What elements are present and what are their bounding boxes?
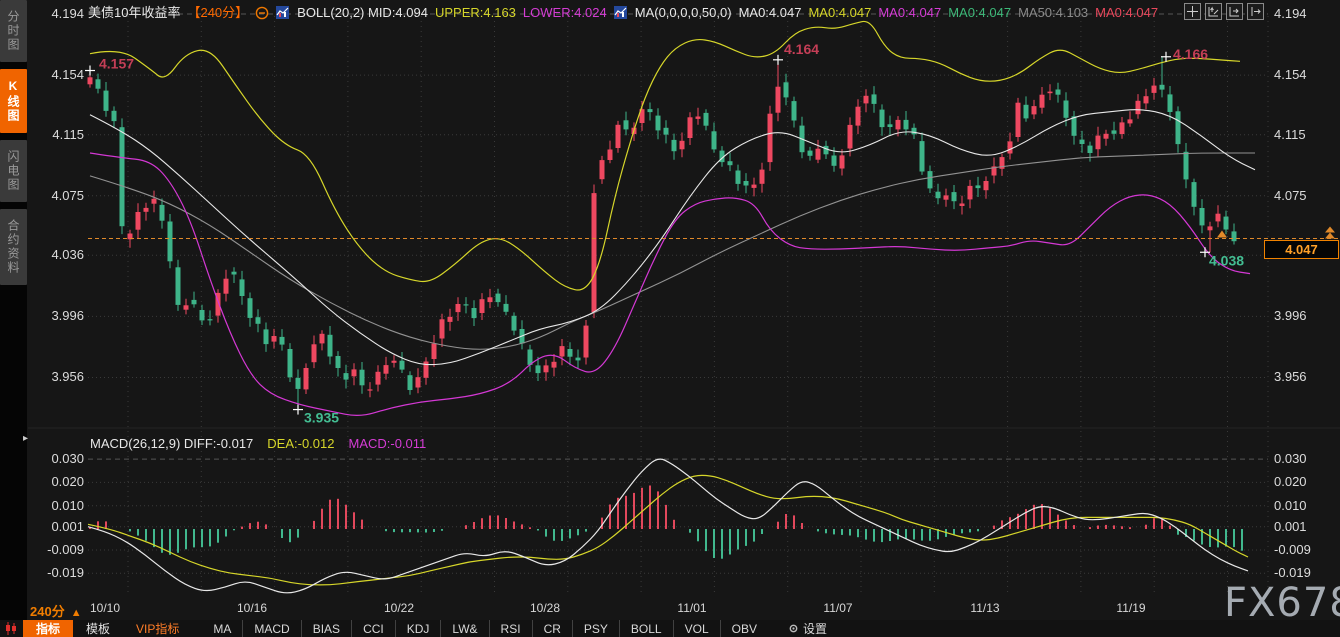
panel-expand-icon[interactable]: ▸ bbox=[23, 433, 28, 444]
left-axis-tick: -0.009 bbox=[32, 542, 84, 557]
instrument-header: 美债10年收益率【240分】 BOLL(20,2) MID:4.094 UPPER:… bbox=[88, 5, 1158, 21]
right-axis-tick: 4.194 bbox=[1274, 6, 1307, 21]
gear-icon bbox=[788, 623, 799, 634]
left-axis-tick: 4.115 bbox=[32, 127, 84, 142]
macd-header: MACD(26,12,9) DIFF:-0.017 DEA:-0.012 MACD:… bbox=[90, 436, 426, 452]
indicator-tab-BIAS[interactable]: BIAS bbox=[301, 620, 351, 637]
right-axis-tick: 0.020 bbox=[1274, 474, 1307, 489]
header-item: MA0:4.047 bbox=[1095, 5, 1158, 21]
crosshair-icon[interactable] bbox=[1184, 3, 1201, 20]
left-axis-tick: 0.010 bbox=[32, 498, 84, 513]
header-item: MA0:4.047 bbox=[878, 5, 941, 21]
interval-up-icon: ▲ bbox=[71, 607, 82, 619]
left-axis-tick: 4.075 bbox=[32, 188, 84, 203]
chart-window-controls bbox=[1184, 3, 1264, 20]
sidebar-tab-闪电图[interactable]: 闪电图 bbox=[0, 140, 27, 202]
header-item: MA50:4.103 bbox=[1018, 5, 1088, 21]
right-axis-tick: -0.019 bbox=[1274, 565, 1311, 580]
indicator-tab-KDJ[interactable]: KDJ bbox=[395, 620, 441, 637]
header-item: 【240分】 bbox=[187, 5, 248, 21]
indicator-tab-CCI[interactable]: CCI bbox=[351, 620, 395, 637]
sidebar-tab-分时图[interactable]: 分时图 bbox=[0, 0, 27, 62]
left-axis-tick: 0.030 bbox=[32, 451, 84, 466]
indicator-tab-LW&[interactable]: LW& bbox=[440, 620, 488, 637]
x-axis-date: 10/28 bbox=[530, 601, 560, 615]
header-item: MACD:-0.011 bbox=[348, 436, 426, 452]
extreme-price-label: 4.164 bbox=[784, 41, 819, 57]
x-axis-date: 10/10 bbox=[90, 601, 120, 615]
header-item: LOWER:4.024 bbox=[523, 5, 607, 21]
right-axis-tick: 0.001 bbox=[1274, 519, 1307, 534]
header-item: MA0:4.047 bbox=[948, 5, 1011, 21]
x-axis-date: 11/13 bbox=[970, 601, 999, 615]
left-axis-tick: 0.020 bbox=[32, 474, 84, 489]
trading-app-window: 4.1574.1644.1663.9354.038 分时图K线图闪电图合约资料 … bbox=[0, 0, 1340, 637]
settings-button[interactable]: 设置 bbox=[776, 620, 839, 637]
right-axis-tick: 4.154 bbox=[1274, 67, 1307, 82]
left-axis-tick: -0.019 bbox=[32, 565, 84, 580]
pan-right-icon[interactable] bbox=[1247, 3, 1264, 20]
right-axis-tick: 3.996 bbox=[1274, 308, 1307, 323]
header-item: MA0:4.047 bbox=[808, 5, 871, 21]
left-axis-tick: 4.036 bbox=[32, 247, 84, 262]
interval-label: 240分 bbox=[30, 604, 65, 619]
sidebar-tab-合约资料[interactable]: 合约资料 bbox=[0, 209, 27, 285]
right-axis-tick: 0.030 bbox=[1274, 451, 1307, 466]
indicator-tab-PSY[interactable]: PSY bbox=[572, 620, 619, 637]
x-axis-date: 11/07 bbox=[823, 601, 852, 615]
right-axis-tick: 3.956 bbox=[1274, 369, 1307, 384]
right-axis-tick: -0.009 bbox=[1274, 542, 1311, 557]
left-axis-tick: 0.001 bbox=[32, 519, 84, 534]
right-axis-tick: 0.010 bbox=[1274, 498, 1307, 513]
header-item: 美债10年收益率 bbox=[88, 5, 180, 21]
left-axis-tick: 3.956 bbox=[32, 369, 84, 384]
candle-chart-icon[interactable] bbox=[614, 6, 628, 20]
indicator-tab-OBV[interactable]: OBV bbox=[720, 620, 768, 637]
indicator-tab-BOLL[interactable]: BOLL bbox=[619, 620, 673, 637]
chart-type-sidebar: 分时图 K线图闪电图合约资料 bbox=[0, 0, 27, 620]
x-axis-date: 11/01 bbox=[677, 601, 706, 615]
indicator-tab-MACD[interactable]: MACD bbox=[242, 620, 300, 637]
minus-circle-icon[interactable] bbox=[255, 6, 269, 20]
indicator-tab-RSI[interactable]: RSI bbox=[489, 620, 532, 637]
left-axis-tick: 4.194 bbox=[32, 6, 84, 21]
header-item: DEA:-0.012 bbox=[267, 436, 334, 452]
indicator-tab-VOL[interactable]: VOL bbox=[673, 620, 720, 637]
last-price-tag: 4.047 bbox=[1264, 240, 1339, 259]
toolbar-button-VIP指标[interactable]: VIP指标 bbox=[123, 620, 192, 637]
toolbar-button-模板[interactable]: 模板 bbox=[73, 620, 123, 637]
right-axis-tick: 4.075 bbox=[1274, 188, 1307, 203]
header-item: MACD(26,12,9) DIFF:-0.017 bbox=[90, 436, 253, 452]
extreme-price-label: 4.157 bbox=[99, 56, 134, 72]
candle-chart-icon[interactable] bbox=[276, 6, 290, 20]
indicator-tab-CR[interactable]: CR bbox=[532, 620, 572, 637]
header-item: UPPER:4.163 bbox=[435, 5, 516, 21]
left-axis-tick: 4.154 bbox=[32, 67, 84, 82]
scale-axis-icon[interactable] bbox=[1205, 3, 1222, 20]
extreme-price-label: 4.038 bbox=[1209, 252, 1244, 268]
indicator-tab-MA[interactable]: MA bbox=[202, 620, 242, 637]
header-item: MA0:4.047 bbox=[739, 5, 802, 21]
toolbar-button-指标[interactable]: 指标 bbox=[23, 620, 73, 637]
settings-label: 设置 bbox=[803, 620, 827, 637]
indicator-toolbar: 指标模板VIP指标 MAMACDBIASCCIKDJLW&RSICRPSYBOL… bbox=[0, 620, 1340, 637]
axis-arrow-icon[interactable] bbox=[1226, 3, 1243, 20]
sidebar-tab-K线图[interactable]: K线图 bbox=[0, 69, 27, 133]
right-axis-tick: 4.115 bbox=[1274, 127, 1306, 142]
x-axis-date: 10/22 bbox=[384, 601, 414, 615]
header-item: BOLL(20,2) MID:4.094 bbox=[297, 5, 428, 21]
chart-canvas[interactable]: 4.157 4.164 4.166 3.935 4.038 bbox=[0, 0, 1340, 637]
x-axis-date: 10/16 bbox=[237, 601, 267, 615]
extreme-price-label: 3.935 bbox=[304, 410, 339, 426]
kline-icon bbox=[0, 620, 23, 637]
left-axis-tick: 3.996 bbox=[32, 308, 84, 323]
x-axis-date: 11/19 bbox=[1116, 601, 1145, 615]
interval-badge[interactable]: 240分 ▲ bbox=[30, 601, 82, 620]
extreme-price-label: 4.166 bbox=[1173, 46, 1208, 62]
header-item: MA(0,0,0,0,50,0) bbox=[635, 5, 732, 21]
